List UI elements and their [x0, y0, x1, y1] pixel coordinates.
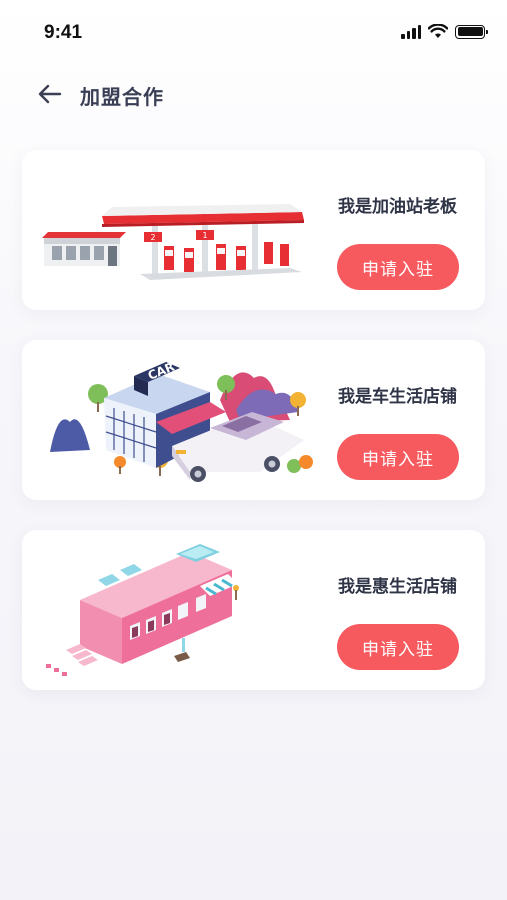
status-bar: 9:41 — [0, 0, 507, 64]
status-time: 9:41 — [44, 22, 83, 43]
page-title: 加盟合作 — [80, 85, 164, 109]
battery-icon — [455, 24, 488, 39]
svg-text:2: 2 — [150, 233, 155, 242]
card-title: 我是车生活店铺 — [338, 387, 457, 407]
back-button[interactable] — [34, 80, 64, 108]
svg-text:1: 1 — [202, 231, 207, 240]
card-title: 我是加油站老板 — [338, 197, 457, 217]
car-shop-illustration: CAR — [50, 360, 313, 482]
gas-station-illustration: 2 1 — [42, 204, 304, 280]
back-arrow-icon — [38, 84, 62, 104]
apply-button[interactable]: 申请入驻 — [337, 434, 459, 480]
nav-bar: 加盟合作 — [0, 72, 507, 116]
pink-shop-illustration — [46, 544, 239, 676]
card-pink-shop: 我是惠生活店铺 申请入驻 — [22, 530, 485, 690]
card-title: 我是惠生活店铺 — [338, 577, 457, 597]
card-gas-station: 2 1 我是加油站老板 申请入驻 — [22, 150, 485, 310]
wifi-icon — [428, 24, 448, 38]
status-icons — [401, 24, 488, 39]
apply-button[interactable]: 申请入驻 — [337, 624, 459, 670]
apply-button[interactable]: 申请入驻 — [337, 244, 459, 290]
card-car-shop: CAR 我是车生活店铺 申请入驻 — [22, 340, 485, 500]
cellular-signal-icon — [401, 24, 421, 39]
